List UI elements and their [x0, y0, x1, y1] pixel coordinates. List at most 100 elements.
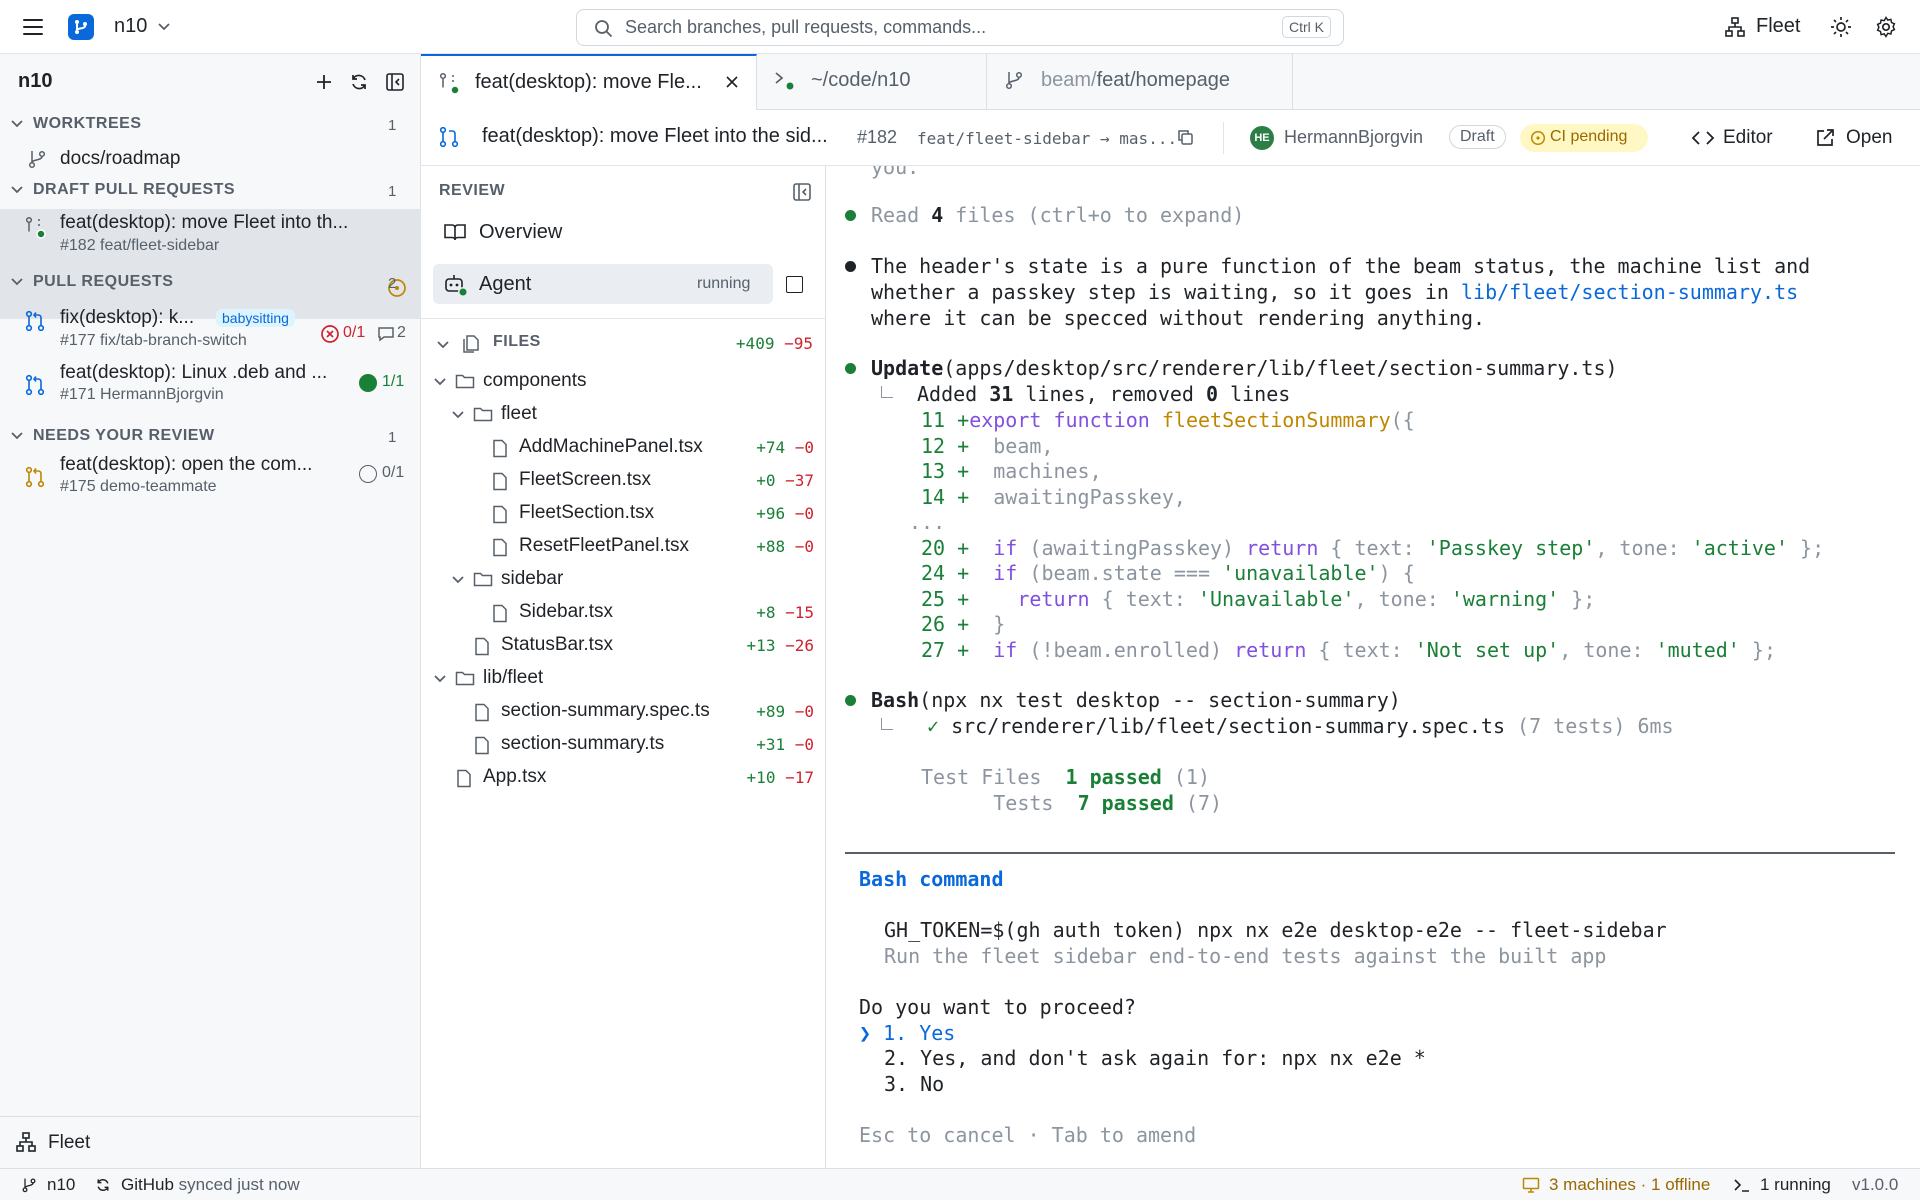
code-ellipsis: ...	[909, 510, 946, 534]
robot-agent-icon	[443, 272, 469, 298]
code-token: { text:	[1306, 638, 1415, 662]
divider	[0, 1116, 421, 1117]
file-link[interactable]: lib/fleet/section-summary.ts	[1461, 280, 1798, 304]
prompt-question: Do you want to proceed?	[859, 995, 1136, 1019]
line-number: 20	[921, 536, 946, 560]
sidebar-title: n10	[18, 70, 53, 92]
fleet-button[interactable]: Fleet	[1724, 13, 1814, 41]
hamburger-menu-icon[interactable]	[20, 15, 46, 39]
chevron-down-icon[interactable]	[451, 573, 465, 587]
running-status[interactable]: 1 running	[1760, 1175, 1831, 1195]
file-deletions: −0	[794, 438, 814, 457]
prompt-description: Run the fleet sidebar end-to-end tests a…	[884, 944, 1607, 968]
close-tab-icon[interactable]	[722, 72, 742, 92]
open-external-button[interactable]: Open	[1814, 122, 1904, 154]
chevron-down-icon[interactable]	[433, 672, 447, 686]
collapse-sidebar-icon[interactable]	[383, 70, 407, 94]
file-row[interactable]: FleetScreen.tsx +0 −37	[421, 464, 826, 497]
collapse-panel-icon[interactable]	[791, 181, 813, 203]
tab-beam-branch[interactable]: beam/feat/homepage	[987, 54, 1293, 110]
success-check-icon	[359, 374, 377, 392]
search-shortcut-kbd: Ctrl K	[1282, 16, 1331, 38]
editor-button[interactable]: Editor	[1691, 122, 1791, 154]
status-project[interactable]: n10	[47, 1175, 75, 1195]
agent-message-line: where it can be specced without renderin…	[871, 306, 1486, 330]
divider	[421, 318, 826, 319]
file-additions: +0	[756, 471, 776, 490]
author-name[interactable]: HermannBjorgvin	[1284, 127, 1423, 148]
pr-number: #182	[857, 127, 898, 147]
tab-pr-182[interactable]: feat(desktop): move Fle...	[421, 54, 757, 110]
project-switcher[interactable]: n10	[114, 15, 147, 38]
folder-row[interactable]: fleet	[421, 398, 826, 431]
chevron-down-icon[interactable]	[10, 183, 24, 197]
agent-nav-item-selected[interactable]: Agent running	[433, 264, 773, 304]
worktree-item[interactable]: docs/roadmap	[0, 142, 421, 176]
file-name: FleetScreen.tsx	[519, 469, 651, 490]
editor-label: Editor	[1723, 127, 1773, 148]
section-header-pull-requests[interactable]: PULL REQUESTS	[33, 273, 173, 291]
file-row[interactable]: AddMachinePanel.tsx +74 −0	[421, 431, 826, 464]
review-header: REVIEW	[439, 182, 506, 199]
agent-status: running	[697, 275, 751, 292]
folder-row[interactable]: sidebar	[421, 563, 826, 596]
summary-text: lines, removed	[1013, 382, 1206, 406]
file-row[interactable]: FleetSection.tsx +96 −0	[421, 497, 826, 530]
code-token: if	[993, 561, 1018, 585]
code-token: ({	[1390, 408, 1415, 432]
file-deletions: −37	[785, 471, 814, 490]
machines-status[interactable]: 3 machines · 1 offline	[1549, 1175, 1710, 1195]
option-yes-always[interactable]: 2. Yes, and don't ask again for: npx nx …	[884, 1045, 1426, 1071]
chevron-down-icon[interactable]	[10, 275, 24, 289]
code-token: function	[1053, 408, 1150, 432]
github-sync-status[interactable]: GitHub synced just now	[121, 1175, 300, 1195]
file-row[interactable]: ResetFleetPanel.tsx +88 −0	[421, 530, 826, 563]
file-row[interactable]: section-summary.ts +31 −0	[421, 728, 826, 761]
chevron-down-icon[interactable]	[435, 337, 451, 353]
folder-row[interactable]: components	[421, 365, 826, 398]
agent-label: Agent	[479, 273, 532, 295]
tree-connector	[881, 718, 893, 730]
chevron-down-icon[interactable]	[451, 408, 465, 422]
draft-pr-icon	[437, 70, 461, 96]
folder-row[interactable]: lib/fleet	[421, 662, 826, 695]
theme-toggle-sun-icon[interactable]	[1828, 14, 1854, 40]
tab-terminal[interactable]: ~/code/n10	[757, 54, 987, 110]
refresh-icon[interactable]	[347, 70, 371, 94]
book-icon	[443, 221, 467, 243]
draft-pr-title: feat(desktop): move Fleet into th...	[60, 212, 349, 233]
chevron-down-icon[interactable]	[156, 19, 172, 35]
chevron-down-icon[interactable]	[10, 429, 24, 443]
section-header-needs-review[interactable]: NEEDS YOUR REVIEW	[33, 427, 215, 445]
file-icon	[491, 438, 509, 458]
line-number: 24	[921, 561, 946, 585]
sidebar-fleet-button[interactable]: Fleet	[0, 1125, 421, 1161]
code-token: };	[1739, 638, 1776, 662]
overview-nav-item[interactable]: Overview	[433, 213, 813, 251]
search-bar[interactable]: Search branches, pull requests, commands…	[576, 9, 1344, 46]
add-icon[interactable]	[312, 70, 336, 94]
stop-agent-icon[interactable]	[786, 276, 803, 293]
chevron-down-icon[interactable]	[10, 117, 24, 131]
file-row[interactable]: Sidebar.tsx +8 −15	[421, 596, 826, 629]
file-additions: +10	[746, 768, 776, 787]
prompt-hint: Esc to cancel · Tab to amend	[859, 1123, 1197, 1147]
pr-item[interactable]: fix(desktop): k... babysitting #177 fix/…	[0, 302, 421, 362]
search-placeholder: Search branches, pull requests, commands…	[625, 17, 987, 37]
chevron-down-icon[interactable]	[433, 375, 447, 389]
tests-passed: 7 passed	[1077, 791, 1174, 815]
line-number: 25	[921, 587, 946, 611]
copy-icon[interactable]	[1175, 127, 1195, 147]
file-row[interactable]: App.tsx +10 −17	[421, 761, 826, 794]
pr-meta: #177 fix/tab-branch-switch	[60, 332, 247, 349]
option-no[interactable]: 3. No	[884, 1071, 944, 1097]
settings-gear-icon[interactable]	[1873, 14, 1899, 40]
line-number: 11	[921, 408, 946, 432]
code-token: , tone:	[1595, 536, 1692, 560]
section-header-worktrees[interactable]: WORKTREES	[33, 115, 142, 133]
code-token: return	[1017, 587, 1090, 611]
file-row[interactable]: StatusBar.tsx +13 −26	[421, 629, 826, 662]
option-yes[interactable]: ❯ 1. Yes	[859, 1020, 955, 1046]
file-row[interactable]: section-summary.spec.ts +89 −0	[421, 695, 826, 728]
section-header-draft-prs[interactable]: DRAFT PULL REQUESTS	[33, 181, 235, 199]
